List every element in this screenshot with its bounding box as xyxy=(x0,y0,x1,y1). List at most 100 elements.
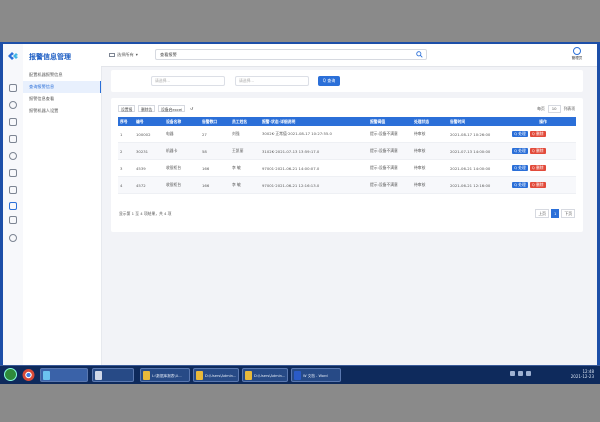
handle-button[interactable]: Q 处理 xyxy=(512,165,528,171)
icon-rail xyxy=(3,44,24,365)
delete-row-button[interactable]: Q 删除 xyxy=(529,131,546,137)
col-header: 告警时间 xyxy=(448,117,510,126)
cell: 李 敏 xyxy=(230,176,260,194)
network-icon[interactable] xyxy=(510,371,515,376)
results-panel: 设置报 删除告 设备启excel ↺ 每页 10 列表项 序号 编号 设备名称 … xyxy=(111,98,583,232)
taskbar-label: L:\数据库报表\U... xyxy=(152,374,182,378)
export-button[interactable]: 设备启excel xyxy=(158,105,186,112)
table-row: 1 100002 电器 27 刘强 3002K·正常值·2021-08-17 1… xyxy=(118,126,576,143)
user-menu[interactable]: 管理员 xyxy=(567,47,587,61)
avatar xyxy=(573,47,581,55)
clock[interactable]: 12:48 2021-12-23 xyxy=(571,369,594,379)
filter-input-2[interactable]: 请选择... xyxy=(235,76,309,86)
cell: 3002K·正常值·2021-08-17 10:27:55.0 xyxy=(260,126,368,143)
prev-page-button[interactable]: 上页 xyxy=(535,209,549,218)
handle-button[interactable]: Q 处理 xyxy=(512,148,528,154)
volume-icon[interactable] xyxy=(518,371,523,376)
taskbar-app-active[interactable] xyxy=(40,368,88,382)
cell: 100002 xyxy=(134,126,164,143)
cell: 刘强 xyxy=(230,126,260,143)
home-icon[interactable] xyxy=(9,84,17,92)
col-header: 编号 xyxy=(134,117,164,126)
layers-icon[interactable] xyxy=(9,152,17,160)
settings-icon[interactable] xyxy=(9,169,17,177)
sidebar: 报警信息管理 配置机器报警信息 查询报警信息 报警信息查看 报警机器人设置 xyxy=(23,44,102,365)
col-header: 设备名称 xyxy=(164,117,200,126)
cell: 李 敏 xyxy=(230,159,260,177)
alert-icon[interactable] xyxy=(9,101,17,109)
word-icon xyxy=(294,371,301,380)
cell: 电器 xyxy=(164,126,200,143)
monitor-icon[interactable] xyxy=(9,135,17,143)
ops-cell: Q 处理 Q 删除 xyxy=(510,176,576,194)
sidebar-item-view-alarm[interactable]: 报警信息查看 xyxy=(23,93,101,105)
sidebar-item-query-alarm[interactable]: 查询报警信息 xyxy=(23,81,101,93)
page-size-control: 每页 10 列表项 xyxy=(537,105,575,113)
delete-row-button[interactable]: Q 删除 xyxy=(529,165,546,171)
scope-label: 选择所有 xyxy=(117,52,134,57)
microphone-icon[interactable] xyxy=(9,234,17,242)
chrome-icon[interactable] xyxy=(22,368,35,382)
cell: 提示:设备不满意 xyxy=(368,142,412,160)
delete-button[interactable]: 删除告 xyxy=(138,105,156,112)
filter-input-1[interactable]: 请选择... xyxy=(151,76,225,86)
search-icon[interactable] xyxy=(416,51,423,58)
user-name: 管理员 xyxy=(571,56,583,60)
cell: 提示:设备不满意 xyxy=(368,126,412,143)
cell: 166 xyxy=(200,176,230,194)
page-size-select[interactable]: 10 xyxy=(547,105,561,113)
pagination-info: 显示第 1 至 4 项结果，共 4 项 xyxy=(119,211,172,216)
refresh-icon[interactable]: ↺ xyxy=(188,105,196,112)
cell: 提示:设备不满意 xyxy=(368,159,412,177)
search-box xyxy=(155,49,427,60)
scope-selector[interactable]: 选择所有 ▾ xyxy=(109,50,138,60)
sidebar-title: 报警信息管理 xyxy=(29,53,71,61)
table-row: 4 4572 收银柜台 166 李 敏 97001·2021-06-21 12:… xyxy=(118,176,576,194)
cell: 待审核 xyxy=(412,176,448,194)
fullscreen-icon[interactable] xyxy=(9,216,17,224)
handle-button[interactable]: Q 处理 xyxy=(512,131,528,137)
taskbar-folder-3[interactable]: D:\Users\Admin... xyxy=(242,368,288,382)
header: 选择所有 ▾ 管理员 xyxy=(101,44,597,67)
input-method-icon[interactable] xyxy=(526,371,531,376)
sidebar-item-config-alarm[interactable]: 配置机器报警信息 xyxy=(23,69,101,81)
delete-row-button[interactable]: Q 删除 xyxy=(529,148,546,154)
cell: 2021-06-21 14:00:00 xyxy=(448,159,510,177)
cell: 58 xyxy=(200,142,230,160)
taskbar-folder-1[interactable]: L:\数据库报表\U... xyxy=(140,368,190,382)
cell: 收银柜台 xyxy=(164,176,200,194)
cell: 4 xyxy=(118,176,134,194)
query-button[interactable]: Q 查询 xyxy=(318,76,340,86)
columns-button[interactable]: 列表项 xyxy=(564,106,575,112)
cell: 2021-07-13 14:00:00 xyxy=(448,142,510,160)
page-1-button[interactable]: 1 xyxy=(550,209,560,218)
taskbar-folder-2[interactable]: D:\Users\Admin... xyxy=(193,368,239,382)
table-row: 3 4539 收银柜台 166 李 敏 97001·2021-06-21 14:… xyxy=(118,159,576,177)
sidebar-item-robot-settings[interactable]: 报警机器人设置 xyxy=(23,105,101,117)
mail-icon[interactable] xyxy=(9,202,17,210)
delete-row-button[interactable]: Q 删除 xyxy=(529,182,546,188)
app-icon xyxy=(95,371,102,380)
taskbar-word[interactable]: W 文档 - Word xyxy=(291,368,341,382)
app-window: 报警信息管理 配置机器报警信息 查询报警信息 报警信息查看 报警机器人设置 选择… xyxy=(3,44,597,365)
clock-date: 2021-12-23 xyxy=(570,374,594,379)
cell: 166 xyxy=(200,159,230,177)
cell: 2021-08-17 10:26:00 xyxy=(448,126,510,143)
cell: 2021-06-21 12:16:00 xyxy=(448,176,510,194)
add-button[interactable]: 设置报 xyxy=(118,105,136,112)
cell: 2 xyxy=(118,142,134,160)
cell: 97001·2021-06-21 14:00:07.0 xyxy=(260,159,368,177)
start-button[interactable] xyxy=(4,368,17,381)
col-header: 操作 xyxy=(510,117,576,126)
cell: 30231 xyxy=(134,142,164,160)
handle-button[interactable]: Q 处理 xyxy=(512,182,528,188)
next-page-button[interactable]: 下页 xyxy=(561,209,575,218)
app-icon xyxy=(43,371,50,380)
table-header-row: 序号 编号 设备名称 告警数口 员工姓名 报警·状态·详细说明 报警阈值 处理状… xyxy=(118,117,576,126)
search-input[interactable] xyxy=(160,50,400,59)
col-header: 员工姓名 xyxy=(230,117,260,126)
document-icon[interactable] xyxy=(9,118,17,126)
taskbar-app-2[interactable] xyxy=(92,368,134,382)
col-header: 处理状态 xyxy=(412,117,448,126)
calendar-icon[interactable] xyxy=(9,186,17,194)
